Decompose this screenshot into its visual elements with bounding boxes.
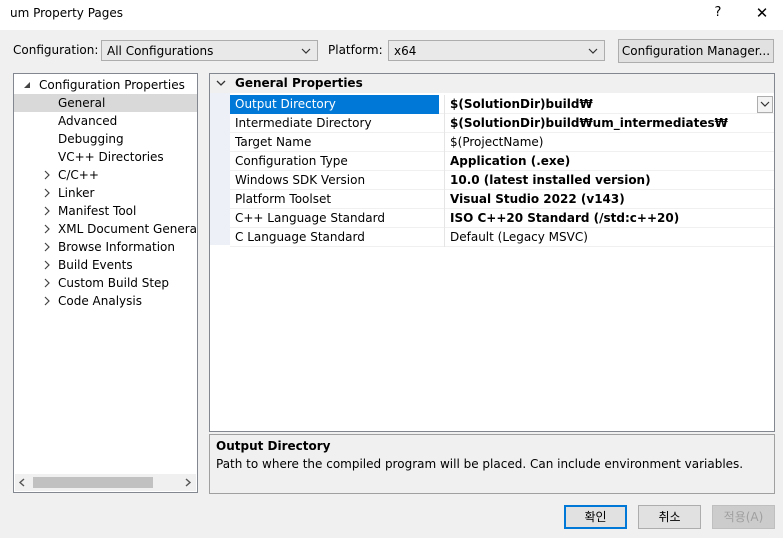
- scroll-right-icon[interactable]: [183, 477, 193, 491]
- property-name: C++ Language Standard: [235, 211, 385, 225]
- tree-item-c-c[interactable]: C/C++: [14, 166, 197, 184]
- property-value[interactable]: $(SolutionDir)build₩: [450, 95, 593, 114]
- value-dropdown-button[interactable]: [757, 96, 773, 113]
- collapsed-arrow-icon[interactable]: [42, 220, 52, 238]
- tree-item-label: Manifest Tool: [58, 204, 137, 218]
- column-divider[interactable]: [444, 209, 445, 228]
- property-row[interactable]: C++ Language Standard ISO C++20 Standard …: [230, 209, 774, 228]
- expanded-arrow-icon[interactable]: [22, 76, 32, 94]
- column-divider[interactable]: [444, 152, 445, 171]
- collapsed-arrow-icon[interactable]: [42, 256, 52, 274]
- property-row[interactable]: Output Directory $(SolutionDir)build₩: [230, 95, 774, 114]
- platform-value: x64: [394, 44, 417, 58]
- property-value[interactable]: Default (Legacy MSVC): [450, 228, 588, 247]
- scroll-left-icon[interactable]: [18, 477, 28, 491]
- tree-item-advanced[interactable]: Advanced: [14, 112, 197, 130]
- property-value[interactable]: $(ProjectName): [450, 133, 543, 152]
- platform-label: Platform:: [328, 43, 383, 57]
- tree-item-label: Build Events: [58, 258, 133, 272]
- tree-item-label: XML Document Generator: [58, 222, 198, 236]
- property-value[interactable]: 10.0 (latest installed version): [450, 171, 651, 190]
- column-divider[interactable]: [444, 171, 445, 190]
- column-divider[interactable]: [444, 95, 445, 114]
- collapse-arrow-icon[interactable]: [215, 75, 227, 95]
- tree-item-linker[interactable]: Linker: [14, 184, 197, 202]
- property-grid[interactable]: General Properties Output Directory $(Sol…: [209, 73, 775, 432]
- platform-dropdown[interactable]: x64: [388, 40, 605, 61]
- tree-item-debugging[interactable]: Debugging: [14, 130, 197, 148]
- property-value[interactable]: Visual Studio 2022 (v143): [450, 190, 625, 209]
- scrollbar-thumb[interactable]: [33, 477, 153, 488]
- property-name: Output Directory: [230, 95, 439, 114]
- tree-item-xml-document-generator[interactable]: XML Document Generator: [14, 220, 197, 238]
- column-divider[interactable]: [444, 114, 445, 133]
- tree-item-label: Configuration Properties: [39, 78, 185, 92]
- tree-root-configuration-properties[interactable]: Configuration Properties: [14, 76, 197, 94]
- tree-item-vc-directories[interactable]: VC++ Directories: [14, 148, 197, 166]
- collapsed-arrow-icon[interactable]: [42, 184, 52, 202]
- property-row[interactable]: C Language Standard Default (Legacy MSVC): [230, 228, 774, 247]
- configuration-dropdown[interactable]: All Configurations: [101, 40, 318, 61]
- tree-item-label: VC++ Directories: [58, 150, 164, 164]
- property-value[interactable]: $(SolutionDir)build₩um_intermediates₩: [450, 114, 728, 133]
- tree-item-label: Browse Information: [58, 240, 175, 254]
- property-value[interactable]: ISO C++20 Standard (/std:c++20): [450, 209, 679, 228]
- window-title: um Property Pages: [10, 6, 124, 20]
- tree-item-custom-build-step[interactable]: Custom Build Step: [14, 274, 197, 292]
- tree-item-label: C/C++: [58, 168, 99, 182]
- property-row[interactable]: Configuration Type Application (.exe): [230, 152, 774, 171]
- configuration-manager-button[interactable]: Configuration Manager...: [618, 39, 774, 63]
- property-row[interactable]: Intermediate Directory $(SolutionDir)buil…: [230, 114, 774, 133]
- tree-item-code-analysis[interactable]: Code Analysis: [14, 292, 197, 310]
- column-divider[interactable]: [444, 228, 445, 247]
- collapsed-arrow-icon[interactable]: [42, 292, 52, 310]
- column-divider[interactable]: [444, 190, 445, 209]
- property-row[interactable]: Platform Toolset Visual Studio 2022 (v143…: [230, 190, 774, 209]
- collapsed-arrow-icon[interactable]: [42, 238, 52, 256]
- title-bar: um Property Pages ? ✕: [0, 0, 783, 30]
- property-name: Target Name: [235, 135, 312, 149]
- apply-button[interactable]: 적용(A): [712, 505, 775, 529]
- property-value[interactable]: Application (.exe): [450, 152, 570, 171]
- tree-item-browse-information[interactable]: Browse Information: [14, 238, 197, 256]
- description-title: Output Directory: [216, 439, 331, 453]
- tree-item-label: Debugging: [58, 132, 124, 146]
- tree-item-general[interactable]: General: [14, 94, 197, 112]
- chevron-down-icon: [299, 42, 313, 60]
- configuration-label: Configuration:: [13, 43, 99, 57]
- tree-item-build-events[interactable]: Build Events: [14, 256, 197, 274]
- property-name: Intermediate Directory: [235, 116, 372, 130]
- close-button[interactable]: ✕: [748, 2, 776, 26]
- grid-gutter: [210, 93, 230, 245]
- property-name: Platform Toolset: [235, 192, 332, 206]
- tree-item-manifest-tool[interactable]: Manifest Tool: [14, 202, 197, 220]
- tree-item-label: Code Analysis: [58, 294, 142, 308]
- description-panel: Output Directory Path to where the compi…: [209, 434, 775, 494]
- tree-item-label: Advanced: [58, 114, 118, 128]
- tree-item-label: General: [58, 96, 106, 110]
- property-row[interactable]: Windows SDK Version 10.0 (latest installe…: [230, 171, 774, 190]
- column-divider[interactable]: [444, 133, 445, 152]
- configuration-value: All Configurations: [107, 44, 214, 58]
- property-name: C Language Standard: [235, 230, 365, 244]
- property-name: Windows SDK Version: [235, 173, 366, 187]
- category-header[interactable]: General Properties: [210, 74, 774, 93]
- horizontal-scrollbar[interactable]: [15, 474, 196, 491]
- collapsed-arrow-icon[interactable]: [42, 202, 52, 220]
- collapsed-arrow-icon[interactable]: [42, 166, 52, 184]
- tree-item-label: Custom Build Step: [58, 276, 170, 290]
- collapsed-arrow-icon[interactable]: [42, 274, 52, 292]
- tree-item-label: Linker: [58, 186, 95, 200]
- property-tree[interactable]: Configuration Properties General Advanced…: [13, 73, 198, 493]
- property-name: Configuration Type: [235, 154, 348, 168]
- ok-button[interactable]: 확인: [564, 505, 627, 529]
- category-title: General Properties: [235, 76, 363, 90]
- help-button[interactable]: ?: [706, 2, 730, 26]
- chevron-down-icon: [586, 42, 600, 60]
- description-text: Path to where the compiled program will …: [216, 457, 744, 471]
- property-row[interactable]: Target Name $(ProjectName): [230, 133, 774, 152]
- cancel-button[interactable]: 취소: [638, 505, 701, 529]
